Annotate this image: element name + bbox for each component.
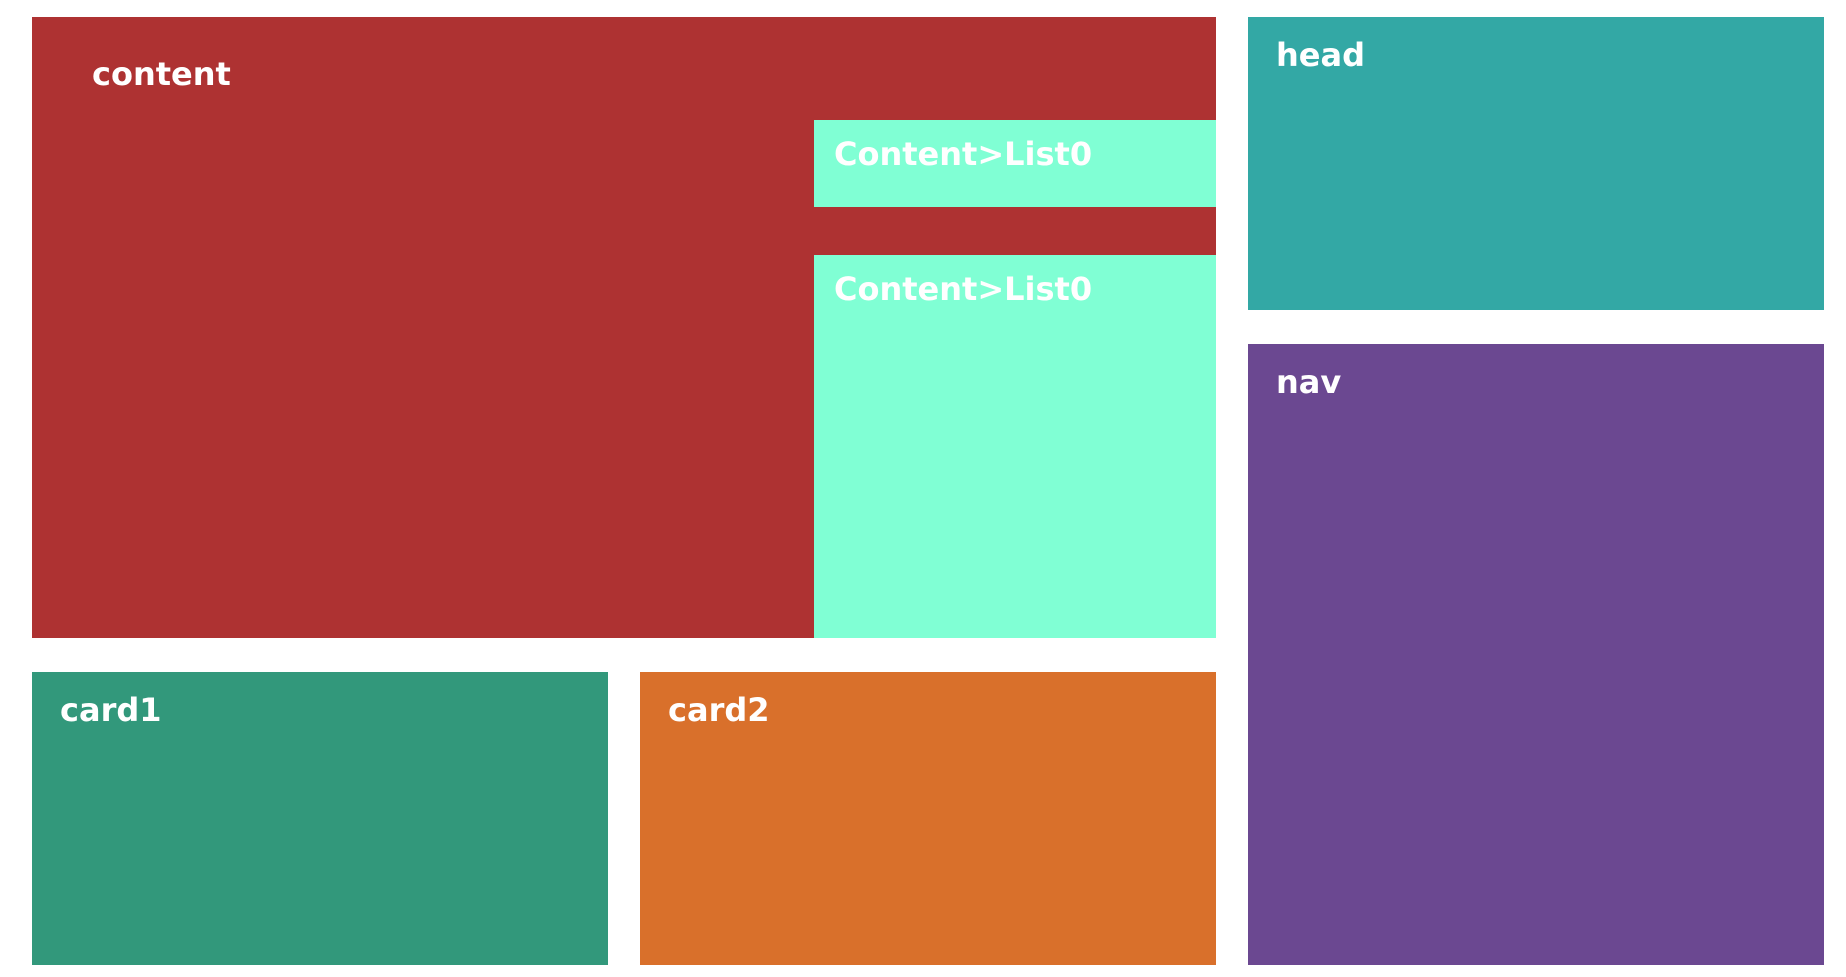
head-title: head bbox=[1276, 36, 1365, 74]
card1-title: card1 bbox=[60, 691, 162, 729]
card2-title: card2 bbox=[668, 691, 770, 729]
content-title: content bbox=[92, 55, 231, 93]
content-list0-first: Content>List0 bbox=[814, 120, 1216, 207]
content-panel: content Content>List0 Content>List0 bbox=[32, 17, 1216, 638]
nav-panel: nav bbox=[1248, 344, 1824, 965]
content-list0-second-title: Content>List0 bbox=[834, 270, 1093, 308]
card2-panel: card2 bbox=[640, 672, 1216, 965]
nav-title: nav bbox=[1276, 363, 1342, 401]
head-panel: head bbox=[1248, 17, 1824, 310]
content-list0-second: Content>List0 bbox=[814, 255, 1216, 638]
content-list0-first-title: Content>List0 bbox=[834, 135, 1093, 173]
card1-panel: card1 bbox=[32, 672, 608, 965]
